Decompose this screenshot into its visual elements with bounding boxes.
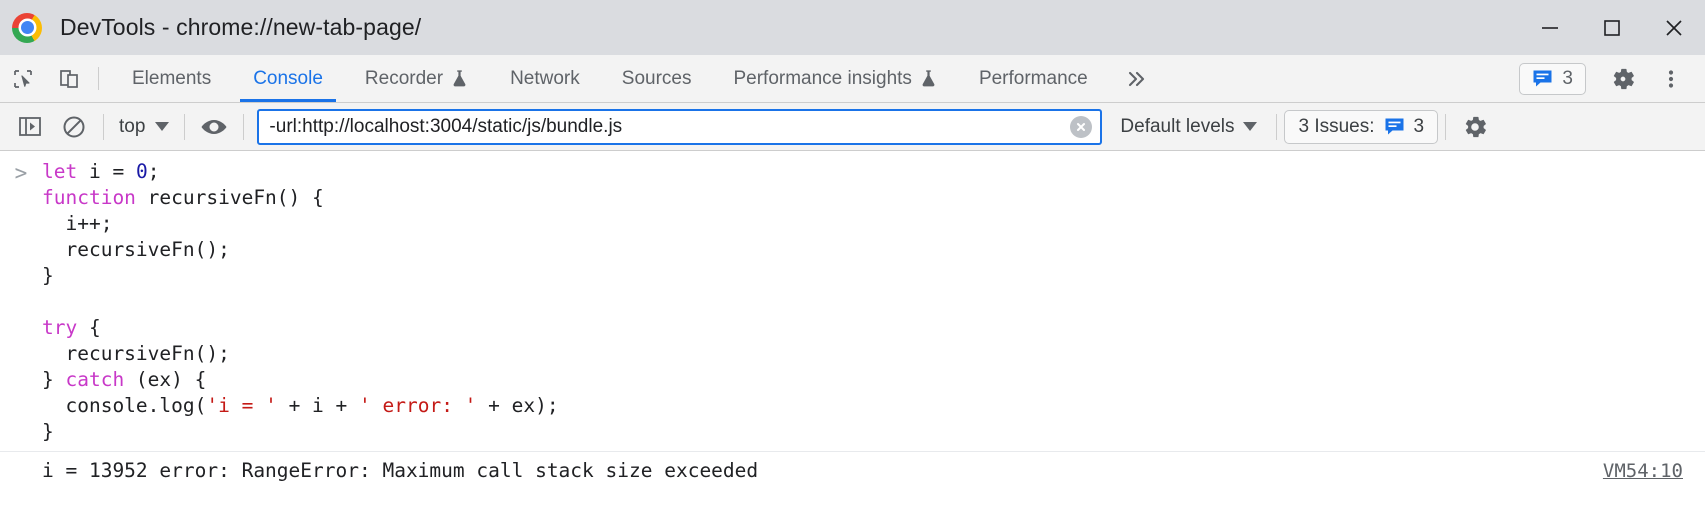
tab-label: Performance insights xyxy=(733,68,911,90)
message-count: 3 xyxy=(1562,68,1573,90)
code-token: console.log( xyxy=(42,394,206,417)
console-filter-field[interactable] xyxy=(257,109,1102,145)
clear-input-icon[interactable] xyxy=(1070,116,1092,138)
window-title: DevTools - chrome://new-tab-page/ xyxy=(60,14,421,41)
console-result-text: i = 13952 error: RangeError: Maximum cal… xyxy=(0,458,758,484)
kebab-menu-icon[interactable] xyxy=(1647,55,1695,103)
tab-list: Elements Console Recorder Network Source… xyxy=(111,55,1109,102)
chevron-down-icon xyxy=(1243,122,1257,131)
code-line: function recursiveFn() { xyxy=(42,185,559,211)
close-button[interactable] xyxy=(1643,0,1705,55)
code-line: i++; xyxy=(42,211,559,237)
code-token: 0 xyxy=(136,160,148,183)
code-token: recursiveFn(); xyxy=(42,238,230,261)
code-line: let i = 0; xyxy=(42,159,559,185)
code-line xyxy=(42,289,559,315)
code-token: ; xyxy=(148,160,160,183)
window-controls xyxy=(1519,0,1705,55)
code-line: recursiveFn(); xyxy=(42,341,559,367)
clear-console-icon[interactable] xyxy=(52,107,96,147)
code-token: ' error: ' xyxy=(359,394,476,417)
console-toolbar: top Default levels 3 Issues: 3 xyxy=(0,103,1705,151)
chevron-double-right-icon[interactable] xyxy=(1109,55,1163,102)
code-token: recursiveFn(); xyxy=(42,342,230,365)
code-line: } xyxy=(42,263,559,289)
context-label: top xyxy=(119,116,145,138)
code-line: recursiveFn(); xyxy=(42,237,559,263)
tab-label: Elements xyxy=(132,68,211,90)
experiment-flask-icon xyxy=(451,69,468,88)
tab-label: Recorder xyxy=(365,68,443,90)
code-token: + i + xyxy=(277,394,359,417)
code-line: } catch (ex) { xyxy=(42,367,559,393)
tab-label: Network xyxy=(510,68,580,90)
toolbar-divider xyxy=(243,114,244,140)
tab-sources[interactable]: Sources xyxy=(601,55,713,102)
issues-button[interactable]: 3 Issues: 3 xyxy=(1284,110,1438,144)
code-token: 'i = ' xyxy=(206,394,276,417)
tab-label: Console xyxy=(253,68,323,90)
console-sidebar-toggle-icon[interactable] xyxy=(8,107,52,147)
source-location-link[interactable]: VM54:10 xyxy=(1603,460,1683,482)
message-bubble-icon xyxy=(1532,69,1553,88)
tab-performance[interactable]: Performance xyxy=(958,55,1109,102)
toolbar-divider xyxy=(1445,114,1446,140)
experiment-flask-icon xyxy=(920,69,937,88)
toolbar-divider xyxy=(1276,114,1277,140)
tabbar-right-actions: 3 xyxy=(1519,55,1705,102)
execution-context-selector[interactable]: top xyxy=(111,116,177,138)
tab-elements[interactable]: Elements xyxy=(111,55,232,102)
tab-console[interactable]: Console xyxy=(232,55,344,102)
code-token: + ex); xyxy=(476,394,558,417)
tabbar-divider xyxy=(98,67,99,90)
code-token: try xyxy=(42,316,77,339)
issues-label: 3 Issues: xyxy=(1298,116,1374,138)
title-bar: DevTools - chrome://new-tab-page/ xyxy=(0,0,1705,55)
tab-network[interactable]: Network xyxy=(489,55,601,102)
devtools-tab-bar: Elements Console Recorder Network Source… xyxy=(0,55,1705,103)
tab-recorder[interactable]: Recorder xyxy=(344,55,489,102)
code-token: let xyxy=(42,160,77,183)
code-line: try { xyxy=(42,315,559,341)
minimize-button[interactable] xyxy=(1519,0,1581,55)
live-expression-eye-icon[interactable] xyxy=(192,107,236,147)
gear-icon[interactable] xyxy=(1453,107,1497,147)
log-level-selector[interactable]: Default levels xyxy=(1108,116,1269,138)
console-input-entry[interactable]: > let i = 0;function recursiveFn() { i++… xyxy=(0,151,1705,452)
code-line: } xyxy=(42,419,559,445)
code-token: function xyxy=(42,186,136,209)
log-level-label: Default levels xyxy=(1120,116,1234,138)
code-token: (ex) { xyxy=(124,368,206,391)
code-token: { xyxy=(77,316,100,339)
code-token: } xyxy=(42,420,54,443)
tab-label: Sources xyxy=(622,68,692,90)
maximize-button[interactable] xyxy=(1581,0,1643,55)
issues-count: 3 xyxy=(1414,116,1425,138)
tab-performance-insights[interactable]: Performance insights xyxy=(712,55,957,102)
code-token: recursiveFn() { xyxy=(136,186,324,209)
inspect-element-icon[interactable] xyxy=(0,55,46,102)
toolbar-divider xyxy=(184,114,185,140)
toolbar-divider xyxy=(103,114,104,140)
code-token: i = xyxy=(77,160,136,183)
tab-label: Performance xyxy=(979,68,1088,90)
code-line: console.log('i = ' + i + ' error: ' + ex… xyxy=(42,393,559,419)
code-token: } xyxy=(42,264,54,287)
code-token: } xyxy=(42,368,65,391)
code-token: i++; xyxy=(42,212,112,235)
prompt-arrow-icon: > xyxy=(0,159,42,445)
chrome-logo-icon xyxy=(12,13,42,43)
chevron-down-icon xyxy=(155,122,169,131)
gear-icon[interactable] xyxy=(1599,55,1647,103)
console-message-area: > let i = 0;function recursiveFn() { i++… xyxy=(0,151,1705,488)
message-bubble-icon xyxy=(1384,117,1405,136)
device-toolbar-icon[interactable] xyxy=(46,55,92,102)
console-result-row: i = 13952 error: RangeError: Maximum cal… xyxy=(0,452,1705,488)
code-token: catch xyxy=(65,368,124,391)
console-filter-input[interactable] xyxy=(269,116,1070,138)
console-input-code: let i = 0;function recursiveFn() { i++; … xyxy=(42,159,559,445)
message-count-badge[interactable]: 3 xyxy=(1519,63,1586,95)
